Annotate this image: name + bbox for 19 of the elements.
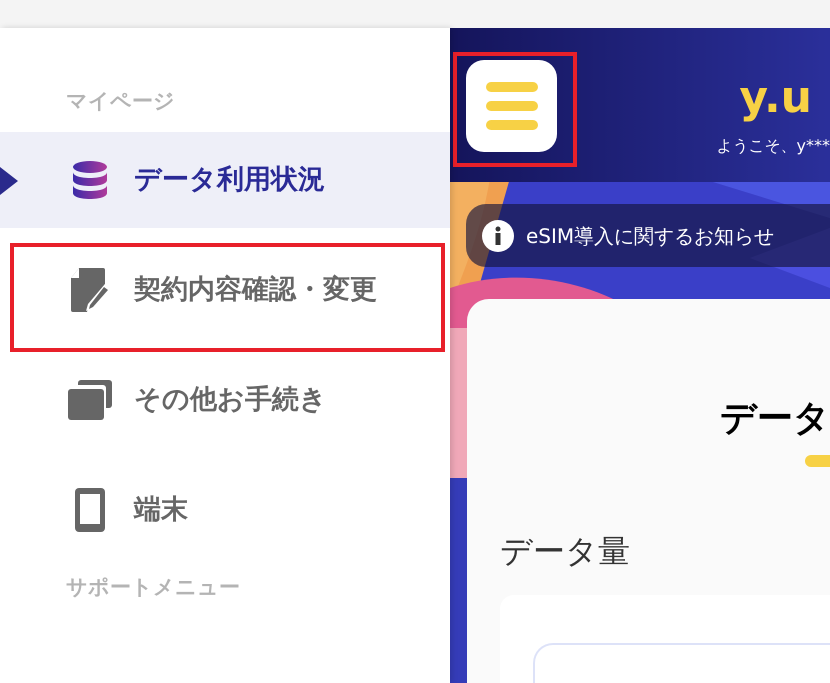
triangle-icon	[0, 167, 18, 195]
welcome-text: ようこそ、y***	[716, 135, 830, 157]
stacked-windows-icon	[68, 380, 112, 420]
sidebar-item[interactable]: 端末	[0, 462, 450, 558]
section-title: データ量	[500, 531, 631, 572]
database-icon	[72, 160, 108, 200]
section-heading: サポートメニュー	[65, 574, 241, 601]
sidebar-item[interactable]: その他お手続き	[0, 352, 450, 448]
smartphone-icon	[75, 488, 105, 532]
title-underline	[805, 455, 830, 467]
section-heading: マイページ	[65, 88, 176, 115]
card-title: データ	[720, 397, 830, 441]
menu-button[interactable]	[466, 60, 557, 152]
sidebar-item[interactable]: 契約内容確認・変更	[0, 242, 450, 338]
logo: y.u	[739, 76, 812, 120]
info-icon	[482, 220, 514, 252]
sidebar-item[interactable]: データ利用状況	[0, 132, 450, 228]
notice-text: eSIM導入に関するお知らせ	[526, 222, 774, 250]
document-edit-icon	[69, 266, 111, 314]
